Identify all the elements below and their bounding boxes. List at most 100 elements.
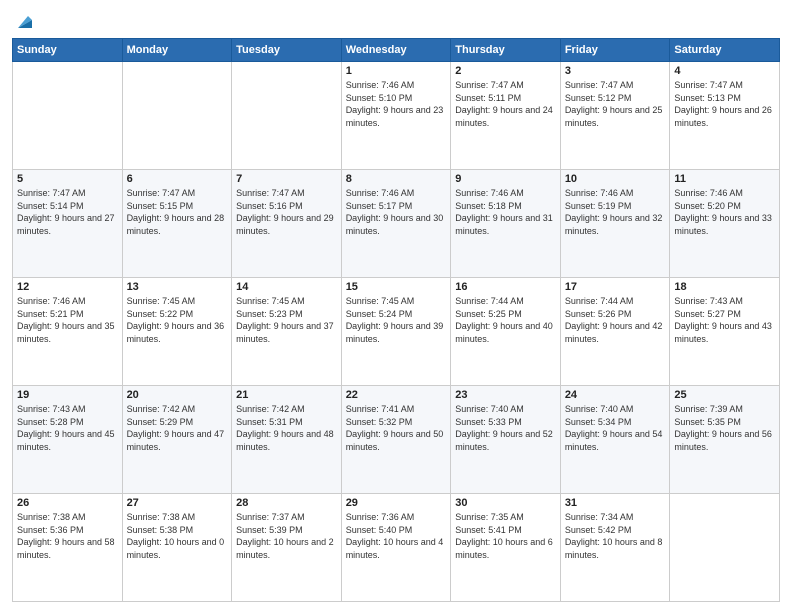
weekday-header-thursday: Thursday [451, 39, 561, 62]
weekday-header-row: SundayMondayTuesdayWednesdayThursdayFrid… [13, 39, 780, 62]
weekday-header-friday: Friday [560, 39, 670, 62]
weekday-header-monday: Monday [122, 39, 232, 62]
day-number: 19 [17, 389, 118, 401]
day-cell: 12 Sunrise: 7:46 AM Sunset: 5:21 PM Dayli… [13, 278, 123, 386]
day-cell: 24 Sunrise: 7:40 AM Sunset: 5:34 PM Dayli… [560, 386, 670, 494]
day-info: Sunrise: 7:46 AM Sunset: 5:20 PM Dayligh… [674, 187, 775, 237]
day-number: 5 [17, 173, 118, 185]
day-cell: 27Sunrise: 7:38 AM Sunset: 5:38 PM Dayli… [122, 494, 232, 602]
weekday-header-tuesday: Tuesday [232, 39, 342, 62]
day-cell: 22Sunrise: 7:41 AM Sunset: 5:32 PM Dayli… [341, 386, 451, 494]
day-cell: 31Sunrise: 7:34 AM Sunset: 5:42 PM Dayli… [560, 494, 670, 602]
day-info: Sunrise: 7:47 AM Sunset: 5:16 PM Dayligh… [236, 187, 337, 237]
day-number: 27 [127, 497, 228, 509]
day-number: 12 [17, 281, 118, 293]
day-info: Sunrise: 7:43 AM Sunset: 5:28 PM Dayligh… [17, 403, 118, 453]
day-number: 2 [455, 65, 556, 77]
day-cell [122, 62, 232, 170]
day-info: Sunrise: 7:43 AM Sunset: 5:27 PM Dayligh… [674, 295, 775, 345]
day-cell: 29Sunrise: 7:36 AM Sunset: 5:40 PM Dayli… [341, 494, 451, 602]
day-cell: 20Sunrise: 7:42 AM Sunset: 5:29 PM Dayli… [122, 386, 232, 494]
weekday-header-sunday: Sunday [13, 39, 123, 62]
logo-icon [14, 10, 36, 32]
day-number: 7 [236, 173, 337, 185]
day-cell: 10Sunrise: 7:46 AM Sunset: 5:19 PM Dayli… [560, 170, 670, 278]
day-cell: 13 Sunrise: 7:45 AM Sunset: 5:22 PM Dayli… [122, 278, 232, 386]
day-cell: 23 Sunrise: 7:40 AM Sunset: 5:33 PM Dayli… [451, 386, 561, 494]
day-cell: 21Sunrise: 7:42 AM Sunset: 5:31 PM Dayli… [232, 386, 342, 494]
day-cell: 11 Sunrise: 7:46 AM Sunset: 5:20 PM Dayli… [670, 170, 780, 278]
day-cell: 9Sunrise: 7:46 AM Sunset: 5:18 PM Daylig… [451, 170, 561, 278]
day-info: Sunrise: 7:44 AM Sunset: 5:25 PM Dayligh… [455, 295, 556, 345]
day-number: 16 [455, 281, 556, 293]
day-number: 11 [674, 173, 775, 185]
day-cell: 5 Sunrise: 7:47 AM Sunset: 5:14 PM Daylig… [13, 170, 123, 278]
week-row-3: 12 Sunrise: 7:46 AM Sunset: 5:21 PM Dayli… [13, 278, 780, 386]
weekday-header-wednesday: Wednesday [341, 39, 451, 62]
day-cell: 30 Sunrise: 7:35 AM Sunset: 5:41 PM Dayli… [451, 494, 561, 602]
day-info: Sunrise: 7:47 AM Sunset: 5:15 PM Dayligh… [127, 187, 228, 237]
day-info: Sunrise: 7:40 AM Sunset: 5:34 PM Dayligh… [565, 403, 666, 453]
day-number: 1 [346, 65, 447, 77]
day-number: 23 [455, 389, 556, 401]
day-cell [232, 62, 342, 170]
day-info: Sunrise: 7:47 AM Sunset: 5:14 PM Dayligh… [17, 187, 118, 237]
day-number: 8 [346, 173, 447, 185]
day-cell: 6 Sunrise: 7:47 AM Sunset: 5:15 PM Daylig… [122, 170, 232, 278]
day-info: Sunrise: 7:41 AM Sunset: 5:32 PM Dayligh… [346, 403, 447, 453]
day-number: 14 [236, 281, 337, 293]
day-info: Sunrise: 7:47 AM Sunset: 5:11 PM Dayligh… [455, 79, 556, 129]
day-info: Sunrise: 7:38 AM Sunset: 5:36 PM Dayligh… [17, 511, 118, 561]
day-cell: 17 Sunrise: 7:44 AM Sunset: 5:26 PM Dayli… [560, 278, 670, 386]
day-cell: 18 Sunrise: 7:43 AM Sunset: 5:27 PM Dayli… [670, 278, 780, 386]
day-cell: 19 Sunrise: 7:43 AM Sunset: 5:28 PM Dayli… [13, 386, 123, 494]
week-row-1: 1 Sunrise: 7:46 AM Sunset: 5:10 PM Daylig… [13, 62, 780, 170]
day-number: 18 [674, 281, 775, 293]
day-cell: 3 Sunrise: 7:47 AM Sunset: 5:12 PM Daylig… [560, 62, 670, 170]
day-number: 3 [565, 65, 666, 77]
day-info: Sunrise: 7:46 AM Sunset: 5:10 PM Dayligh… [346, 79, 447, 129]
day-number: 4 [674, 65, 775, 77]
week-row-5: 26 Sunrise: 7:38 AM Sunset: 5:36 PM Dayli… [13, 494, 780, 602]
day-cell: 28Sunrise: 7:37 AM Sunset: 5:39 PM Dayli… [232, 494, 342, 602]
day-cell: 16 Sunrise: 7:44 AM Sunset: 5:25 PM Dayli… [451, 278, 561, 386]
day-cell: 1 Sunrise: 7:46 AM Sunset: 5:10 PM Daylig… [341, 62, 451, 170]
day-cell: 25Sunrise: 7:39 AM Sunset: 5:35 PM Dayli… [670, 386, 780, 494]
day-number: 15 [346, 281, 447, 293]
weekday-header-saturday: Saturday [670, 39, 780, 62]
page: SundayMondayTuesdayWednesdayThursdayFrid… [0, 0, 792, 612]
day-cell [670, 494, 780, 602]
day-info: Sunrise: 7:46 AM Sunset: 5:19 PM Dayligh… [565, 187, 666, 237]
day-number: 20 [127, 389, 228, 401]
day-info: Sunrise: 7:45 AM Sunset: 5:24 PM Dayligh… [346, 295, 447, 345]
day-info: Sunrise: 7:47 AM Sunset: 5:13 PM Dayligh… [674, 79, 775, 129]
day-info: Sunrise: 7:47 AM Sunset: 5:12 PM Dayligh… [565, 79, 666, 129]
day-info: Sunrise: 7:45 AM Sunset: 5:22 PM Dayligh… [127, 295, 228, 345]
day-info: Sunrise: 7:40 AM Sunset: 5:33 PM Dayligh… [455, 403, 556, 453]
day-number: 13 [127, 281, 228, 293]
day-number: 26 [17, 497, 118, 509]
day-info: Sunrise: 7:44 AM Sunset: 5:26 PM Dayligh… [565, 295, 666, 345]
day-info: Sunrise: 7:46 AM Sunset: 5:21 PM Dayligh… [17, 295, 118, 345]
day-cell: 15 Sunrise: 7:45 AM Sunset: 5:24 PM Dayli… [341, 278, 451, 386]
day-info: Sunrise: 7:35 AM Sunset: 5:41 PM Dayligh… [455, 511, 556, 561]
logo [12, 10, 36, 32]
day-cell: 14 Sunrise: 7:45 AM Sunset: 5:23 PM Dayli… [232, 278, 342, 386]
calendar-table: SundayMondayTuesdayWednesdayThursdayFrid… [12, 38, 780, 602]
day-info: Sunrise: 7:34 AM Sunset: 5:42 PM Dayligh… [565, 511, 666, 561]
day-info: Sunrise: 7:37 AM Sunset: 5:39 PM Dayligh… [236, 511, 337, 561]
day-number: 6 [127, 173, 228, 185]
week-row-4: 19 Sunrise: 7:43 AM Sunset: 5:28 PM Dayli… [13, 386, 780, 494]
day-info: Sunrise: 7:46 AM Sunset: 5:17 PM Dayligh… [346, 187, 447, 237]
day-info: Sunrise: 7:36 AM Sunset: 5:40 PM Dayligh… [346, 511, 447, 561]
day-number: 24 [565, 389, 666, 401]
header [12, 10, 780, 32]
day-number: 9 [455, 173, 556, 185]
week-row-2: 5 Sunrise: 7:47 AM Sunset: 5:14 PM Daylig… [13, 170, 780, 278]
day-number: 17 [565, 281, 666, 293]
day-cell: 7 Sunrise: 7:47 AM Sunset: 5:16 PM Daylig… [232, 170, 342, 278]
day-number: 21 [236, 389, 337, 401]
day-info: Sunrise: 7:45 AM Sunset: 5:23 PM Dayligh… [236, 295, 337, 345]
day-cell: 26 Sunrise: 7:38 AM Sunset: 5:36 PM Dayli… [13, 494, 123, 602]
day-number: 30 [455, 497, 556, 509]
